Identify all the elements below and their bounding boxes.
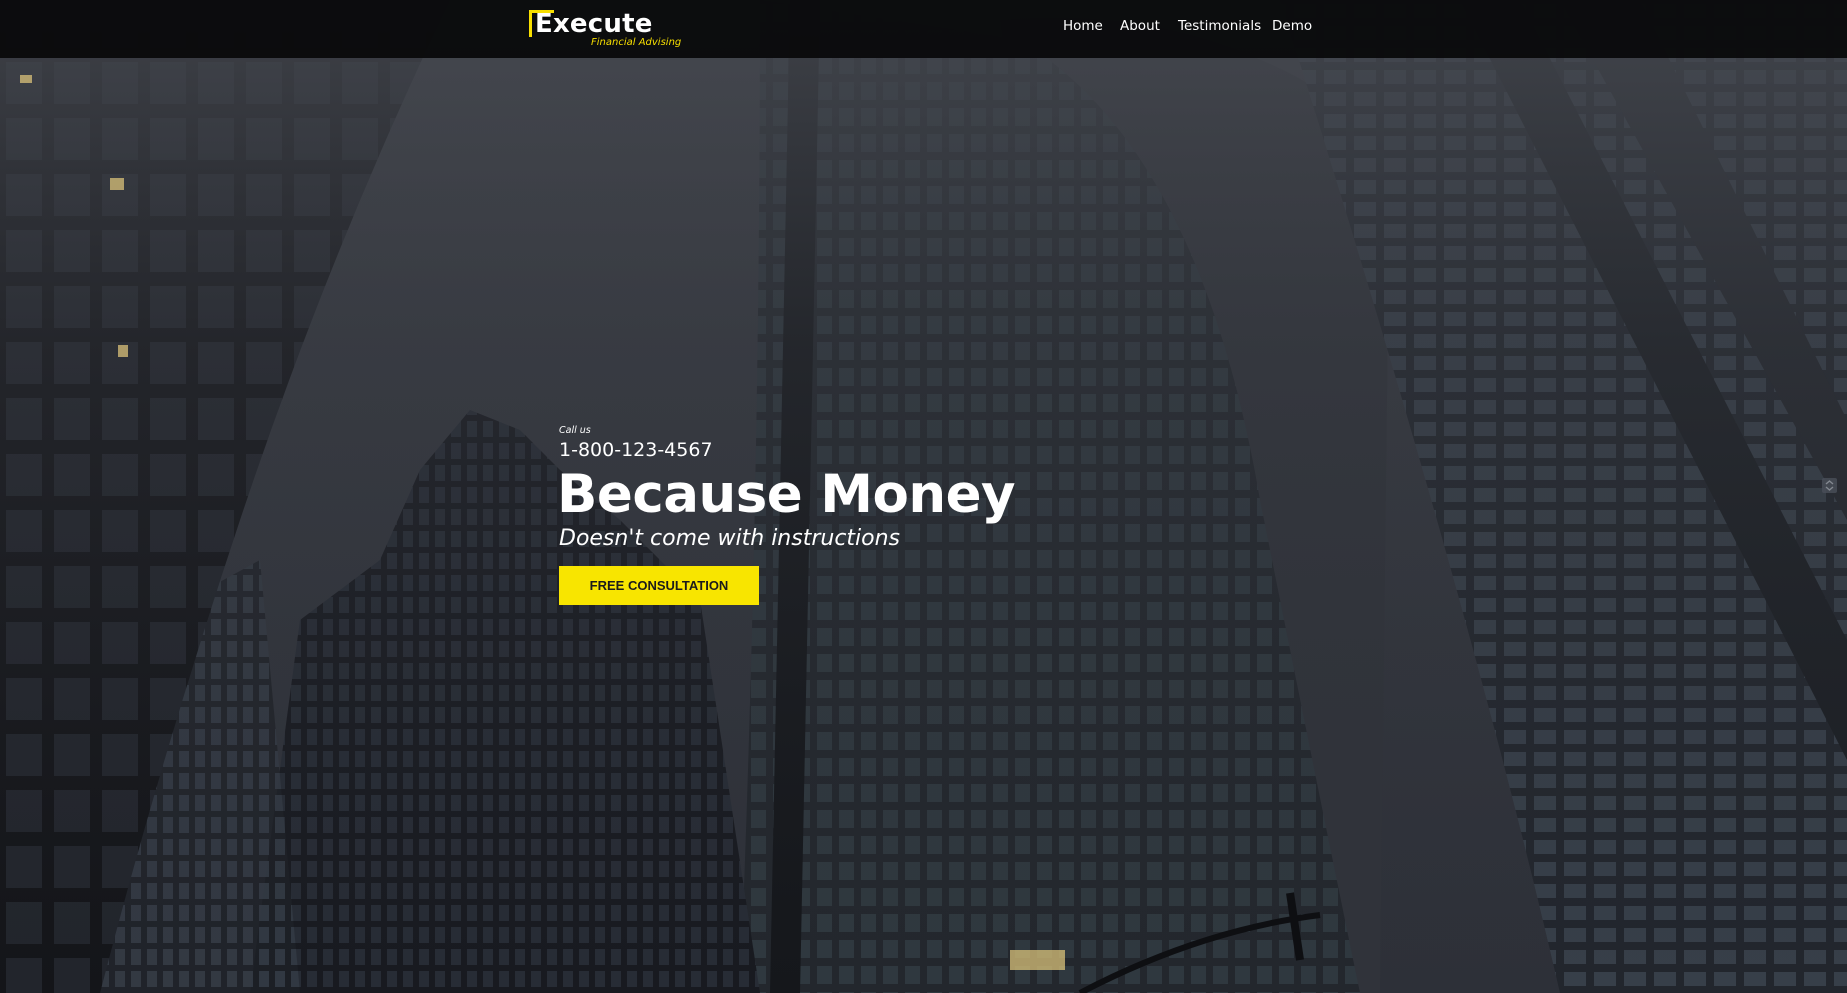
- brand-name: Execute: [535, 9, 653, 39]
- brand-tagline: Financial Advising: [591, 37, 682, 48]
- phone-number[interactable]: 1-800-123-4567: [559, 439, 713, 461]
- nav-testimonials-link[interactable]: Testimonials: [1178, 18, 1261, 34]
- call-us-label: Call us: [559, 425, 591, 436]
- hero-headline: Because Money: [557, 464, 1016, 525]
- free-consultation-button[interactable]: FREE CONSULTATION: [559, 566, 759, 605]
- scroll-handle-icon[interactable]: [1822, 478, 1837, 493]
- hero-subheadline: Doesn't come with instructions: [559, 526, 901, 551]
- brand-logo[interactable]: Execute Financial Advising: [527, 8, 681, 50]
- nav-demo-link[interactable]: Demo: [1272, 18, 1312, 34]
- nav-about-link[interactable]: About: [1120, 18, 1160, 34]
- top-navbar: Execute Financial Advising Home About Te…: [0, 0, 1847, 58]
- nav-home-link[interactable]: Home: [1063, 18, 1103, 34]
